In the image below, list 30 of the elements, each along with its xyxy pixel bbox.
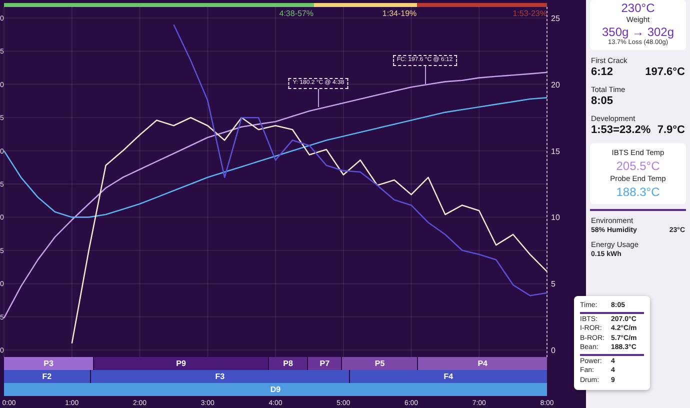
timeline-segment: F4 [350, 370, 547, 383]
axis-label: 25 [551, 14, 560, 23]
timeline-segment: P7 [308, 357, 342, 370]
stat-value: 8:05 [591, 95, 614, 108]
timeline-segment: F3 [90, 370, 350, 383]
stat-value: 197.6°C [645, 66, 685, 79]
axis-label: 5 [551, 280, 556, 289]
timeline-segment: P3 [4, 357, 94, 370]
axis-label: 15 [551, 146, 560, 156]
timeline-segment: P8 [268, 357, 308, 370]
timeline-segment: P9 [94, 357, 269, 370]
charge-temperature: 230°C [621, 1, 655, 15]
stat-value: 1:53=23.2% [591, 124, 651, 137]
stat-value: 6:12 [591, 66, 614, 79]
timeline-segment: D9 [4, 383, 547, 396]
timeline-segment: P4 [418, 357, 547, 370]
timeline-segment: P5 [342, 357, 418, 370]
end-temp-value: 188.3°C [616, 185, 660, 199]
end-temp-value: 205.5°C [616, 159, 660, 173]
stat-value: 7.9°C [657, 124, 685, 137]
axis-label: 10 [551, 213, 560, 222]
phase-label: 1:34-19% [382, 9, 417, 18]
axis-label: 0 [551, 346, 556, 355]
weight-value: 350g → 302g [602, 25, 674, 39]
leader-line [424, 65, 426, 84]
timeline-segment: F2 [4, 370, 91, 383]
leader-line [318, 88, 320, 107]
phase-label: 1:53-23% [512, 9, 547, 18]
axis-label: 20 [551, 80, 560, 90]
phase-label: 4:38-57% [279, 9, 314, 18]
